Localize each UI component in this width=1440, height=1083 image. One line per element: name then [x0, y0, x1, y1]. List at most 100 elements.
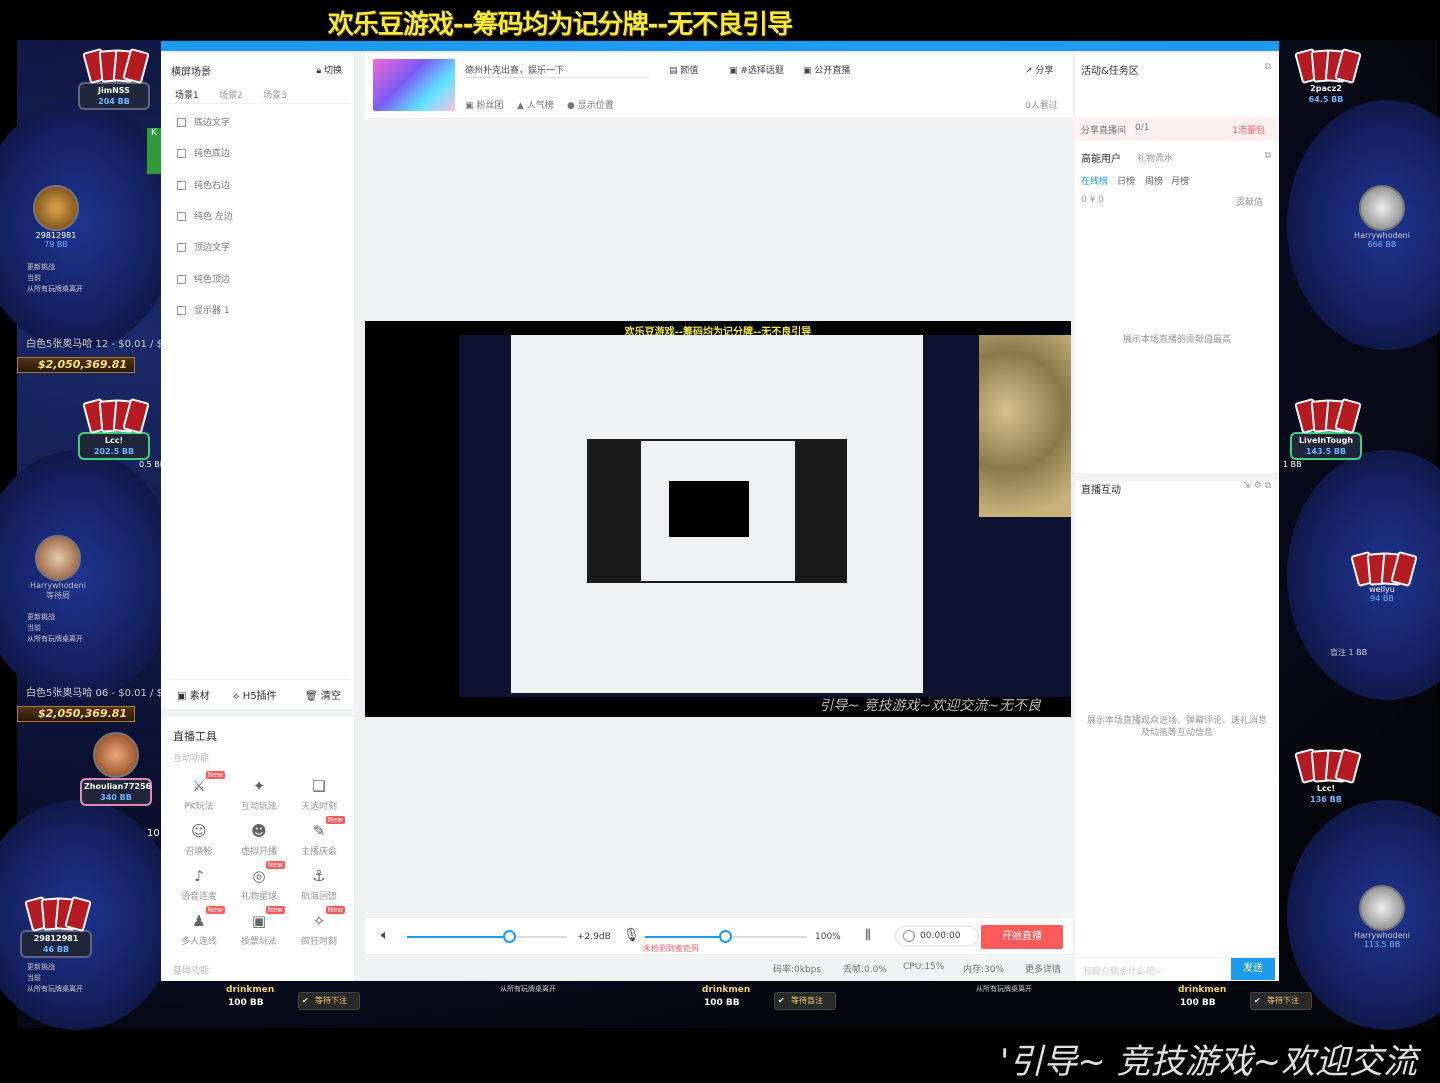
public-live-button[interactable]: ▣ 公开直播 — [803, 63, 850, 76]
wait-button[interactable]: 等待盲注 — [774, 992, 836, 1010]
player-seat[interactable]: 29812981 79 BB — [20, 185, 92, 249]
material-icon: ▣ — [177, 691, 190, 702]
popout-icon[interactable]: ⧉ — [1265, 151, 1271, 161]
bottom-notice: 从所有玩牌桌离开 — [976, 985, 1032, 993]
title-bar[interactable] — [161, 41, 1279, 51]
table-info: 白色5张奥马哈 12 - $0.01 / $0 — [26, 339, 170, 350]
interact-settings-icons[interactable]: ⇲ ⚙ ⧉ — [1243, 481, 1271, 491]
party-icon: ✎ — [312, 822, 326, 840]
fans-button[interactable]: ▣ 粉丝团 — [465, 98, 503, 111]
tool-multi-link[interactable]: ♟ 多人连线 New — [171, 906, 227, 947]
send-button[interactable]: 发送 — [1231, 958, 1275, 980]
popout-icon[interactable]: ⧉ — [1265, 62, 1271, 72]
player-avatar — [1359, 885, 1405, 931]
tool-party[interactable]: ✎ 主播庆会 New — [291, 816, 347, 857]
tab-online[interactable]: 在线榜 — [1081, 174, 1108, 187]
player-seat[interactable]: LiveInTough 143.5 BB — [1290, 392, 1362, 460]
tool-voyage[interactable]: ⚓ 航海回馈 — [291, 867, 347, 902]
tab-monthly[interactable]: 月榜 — [1171, 174, 1189, 187]
volume-slider[interactable] — [407, 936, 567, 938]
mic-knob[interactable] — [719, 930, 732, 943]
new-badge: New — [265, 861, 285, 869]
new-badge: New — [265, 906, 285, 914]
player-name: Harrywhodeni — [1354, 231, 1410, 240]
player-seat[interactable]: wellyu 94 BB — [1346, 545, 1418, 603]
source-item[interactable]: 纯色顶边 — [177, 272, 230, 286]
player-avatar — [93, 732, 139, 778]
source-item[interactable]: 顶边文字 — [177, 240, 230, 254]
tool-interactive[interactable]: ✦ 互动玩法 — [231, 777, 287, 812]
tool-crazy[interactable]: ✧ 疯狂时刻 New — [291, 906, 347, 947]
wait-button[interactable]: 等待下注 — [1250, 992, 1312, 1010]
tool-vote[interactable]: ▣ 投票玩法 New — [231, 906, 287, 947]
image-icon — [177, 212, 186, 221]
player-plate: Zhoulian77256 340 BB — [80, 778, 152, 806]
share-button[interactable]: ↗ 分享 — [1025, 63, 1053, 76]
volume-knob[interactable] — [503, 930, 516, 943]
popularity-icon: ▲ — [517, 101, 527, 111]
player-seat[interactable]: Harrywhodeni 113.5 BB — [1346, 885, 1418, 949]
player-seat[interactable]: Harrywhodeni 666 BB — [1346, 185, 1418, 249]
public-icon: ▣ — [803, 66, 815, 76]
player-seat[interactable]: Harrywhodeni 等待局 — [22, 535, 94, 601]
tool-pk[interactable]: ⚔ PK玩法 New — [171, 771, 227, 812]
stream-preview[interactable]: 欢乐豆游戏--筹码均为记分牌--无不良引导 引导~ 竞技游戏~欢迎交流~无不良 — [365, 321, 1071, 717]
bottom-player[interactable]: drinkmen 100 BB 等待盲注 — [636, 983, 836, 1023]
source-item[interactable]: 纯色 左边 — [177, 209, 233, 223]
tool-lottery[interactable]: ❑ 天选时刻 — [291, 777, 347, 812]
tab-weekly[interactable]: 周榜 — [1145, 174, 1163, 187]
tool-voice[interactable]: ♪ 语音连麦 — [171, 867, 227, 902]
share-task-bar[interactable]: 分享直播间 0/1 1流量包 — [1075, 117, 1279, 141]
tool-label: 召唤粉 — [185, 847, 213, 857]
wait-button[interactable]: 等待下注 — [298, 992, 360, 1010]
top-user-tab[interactable]: 高能用户 — [1081, 150, 1121, 165]
record-icon — [903, 930, 915, 942]
source-item[interactable]: 显示器 1 — [177, 303, 230, 317]
h5-plugin-button[interactable]: ⟡ H5插件 — [233, 687, 277, 702]
microphone-icon[interactable]: 🎙︎ — [623, 928, 640, 943]
tool-summon[interactable]: ☺ 召唤粉 — [171, 822, 227, 857]
player-avatar — [33, 185, 79, 231]
player-seat[interactable]: 2pacz2 64.5 BB — [1290, 42, 1362, 106]
switch-button[interactable]: 🔒︎ 切换 — [316, 63, 342, 76]
mixer-icon[interactable]: ⫼ — [865, 928, 871, 943]
speaker-icon[interactable]: 🔈︎ — [381, 928, 389, 943]
share-icon: ↗ — [1025, 66, 1036, 76]
source-item[interactable]: 纯色底边 — [177, 146, 230, 160]
tab-scene-2[interactable]: 场景2 — [219, 88, 243, 101]
tool-virtual[interactable]: ☻ 虚拟开播 — [231, 822, 287, 857]
cover-thumbnail[interactable] — [373, 59, 455, 111]
clear-button[interactable]: 🗑︎ 清空 — [305, 687, 341, 702]
player-seat[interactable]: Lcc! 202.5 BB — [78, 392, 150, 460]
lock-icon: 🔒︎ — [316, 66, 324, 76]
stream-title-input[interactable]: 德州扑克出赛，娱乐一下 — [463, 60, 649, 78]
player-seat[interactable]: Lcc! 136 BB — [1290, 742, 1362, 806]
player-seat[interactable]: Zhoulian77256 340 BB — [80, 732, 152, 806]
scene-panel: 横屏场景 🔒︎ 切换 场景1 场景2 场景3 底边文字 纯色底边 纯色右边 纯色… — [161, 53, 354, 981]
tool-planet[interactable]: ◎ 礼物星球 New — [231, 861, 287, 902]
material-button[interactable]: ▣ 素材 — [177, 687, 210, 702]
tab-scene-3[interactable]: 场景3 — [263, 88, 287, 101]
chat-input[interactable]: 和观众聊点什么吧~ — [1083, 964, 1163, 977]
tab-scene-1[interactable]: 场景1 — [175, 88, 199, 101]
more-details-link[interactable]: 更多详情 — [1025, 962, 1061, 975]
popularity-button[interactable]: ▲ 人气榜 — [517, 98, 554, 111]
player-seat[interactable]: JimNSS 204 BB — [78, 42, 150, 110]
monitor-icon — [177, 306, 186, 315]
category-button[interactable]: ▤ 颜值 — [669, 63, 698, 76]
summon-icon: ☺ — [191, 822, 207, 840]
source-item[interactable]: 纯色右边 — [177, 178, 230, 192]
start-live-button[interactable]: 开始直播 — [981, 925, 1063, 949]
source-item[interactable]: 底边文字 — [177, 115, 230, 129]
bottom-player[interactable]: drinkmen 100 BB 等待下注 — [160, 983, 360, 1023]
topic-button[interactable]: ▣ #选择话题 — [729, 63, 784, 76]
category-icon: ▤ — [669, 66, 681, 76]
card-k: K — [147, 128, 161, 174]
player-seat[interactable]: 29812981 46 BB — [20, 890, 92, 958]
bottom-player[interactable]: drinkmen 100 BB 等待下注 — [1112, 983, 1312, 1023]
gift-flow-tab[interactable]: 礼物流水 — [1137, 151, 1173, 164]
stream-info-bar: 德州扑克出赛，娱乐一下 ▤ 颜值 ▣ #选择话题 ▣ 公开直播 ↗ 分享 ▣ 粉… — [365, 53, 1073, 118]
location-button[interactable]: ● 显示位置 — [567, 98, 614, 111]
player-avatar — [1359, 185, 1405, 231]
tab-daily[interactable]: 日榜 — [1117, 174, 1135, 187]
